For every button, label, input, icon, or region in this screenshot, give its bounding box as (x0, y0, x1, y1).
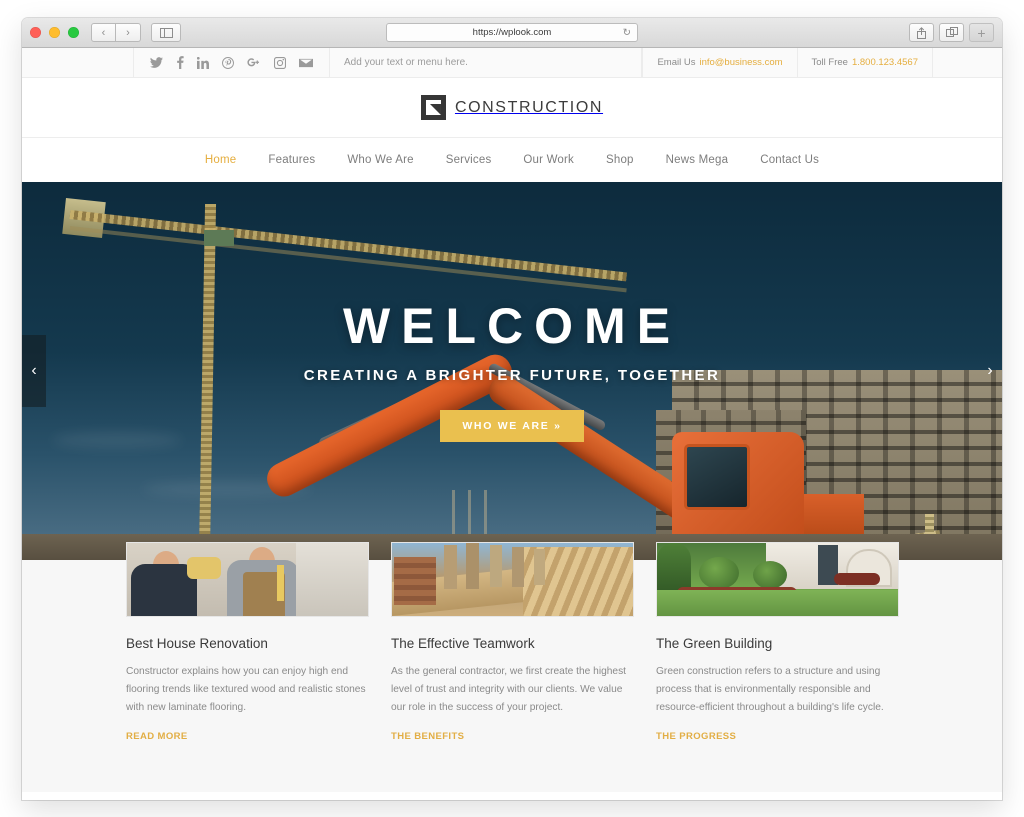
nav-item-features[interactable]: Features (268, 154, 315, 166)
site-header: CONSTRUCTION (22, 78, 1002, 138)
site-logo[interactable]: CONSTRUCTION (420, 95, 604, 120)
nav-item-services[interactable]: Services (446, 154, 492, 166)
tabs-icon[interactable] (939, 23, 964, 42)
hero-slider: WELCOME CREATING A BRIGHTER FUTURE, TOGE… (22, 182, 1002, 560)
social-links (134, 48, 330, 77)
toolbar-right-buttons: + (909, 23, 994, 42)
googleplus-glyph (247, 58, 260, 67)
feature-card: Best House Renovation Constructor explai… (126, 542, 369, 744)
maximize-window-button[interactable] (68, 27, 79, 38)
card-link-the-progress[interactable]: THE PROGRESS (656, 731, 736, 742)
reload-icon[interactable]: ↻ (623, 27, 631, 38)
phone-label: Toll Free (811, 57, 848, 68)
email-label: Email Us (657, 57, 696, 68)
pinterest-glyph (222, 56, 234, 69)
topbar-menu-placeholder[interactable]: Add your text or menu here. (330, 48, 643, 77)
facebook-icon[interactable] (176, 56, 184, 69)
googleplus-icon[interactable] (247, 57, 261, 68)
url-text: https://wplook.com (472, 27, 552, 38)
twitter-glyph (150, 57, 163, 68)
phone-number[interactable]: 1.800.123.4567 (852, 57, 918, 68)
card-description: As the general contractor, we first crea… (391, 666, 627, 714)
window-controls (30, 27, 79, 38)
nav-item-news-mega[interactable]: News Mega (666, 154, 729, 166)
instagram-glyph (274, 56, 286, 69)
red-shrub (834, 573, 880, 585)
share-glyph (917, 26, 926, 39)
email-glyph (299, 58, 313, 67)
main-navigation: Home Features Who We Are Services Our Wo… (22, 138, 1002, 182)
facebook-glyph (177, 56, 184, 69)
card-title: Best House Renovation (126, 636, 268, 651)
forward-button[interactable]: › (116, 23, 141, 42)
linkedin-icon[interactable] (197, 56, 209, 69)
who-we-are-button[interactable]: WHO WE ARE » (440, 409, 584, 442)
navigation-buttons: ‹ › (91, 23, 141, 42)
slider-prev-button[interactable]: ‹ (22, 335, 46, 407)
close-window-button[interactable] (30, 27, 41, 38)
twitter-icon[interactable] (150, 57, 163, 68)
slider-next-button[interactable]: › (978, 335, 1002, 407)
minimize-window-button[interactable] (49, 27, 60, 38)
sidebar-icon[interactable] (151, 23, 181, 42)
feature-cards: Best House Renovation Constructor explai… (22, 542, 1002, 744)
work-gloves (187, 557, 221, 579)
new-tab-button[interactable]: + (969, 23, 994, 42)
card-link-the-benefits[interactable]: THE BENEFITS (391, 731, 464, 742)
back-button[interactable]: ‹ (91, 23, 116, 42)
nav-item-home[interactable]: Home (205, 154, 236, 166)
hero-title: WELCOME (342, 297, 682, 354)
feature-cards-section: Best House Renovation Constructor explai… (22, 542, 1002, 792)
card-title: The Green Building (656, 636, 773, 651)
nav-item-who-we-are[interactable]: Who We Are (347, 154, 413, 166)
sidebar-glyph (159, 27, 173, 38)
hammer-handle (277, 565, 284, 601)
feature-card: The Effective Teamwork As the general co… (391, 542, 634, 744)
tabs-glyph (945, 27, 958, 37)
card-title: The Effective Teamwork (391, 636, 535, 651)
hero-content: WELCOME CREATING A BRIGHTER FUTURE, TOGE… (22, 182, 1002, 560)
phone-contact[interactable]: Toll Free 1.800.123.4567 (796, 48, 932, 77)
address-bar[interactable]: https://wplook.com ↻ (386, 23, 638, 42)
nav-item-contact-us[interactable]: Contact Us (760, 154, 819, 166)
browser-window: ‹ › https://wplook.com ↻ + Add your text… (22, 18, 1002, 800)
plywood-panel (394, 557, 436, 605)
round-shrub (753, 561, 787, 589)
card-link-read-more[interactable]: READ MORE (126, 731, 188, 742)
topbar-right-spacer (932, 48, 1002, 77)
email-address[interactable]: info@business.com (699, 57, 782, 68)
construction-logo-icon (420, 95, 446, 120)
feature-card: The Green Building Green construction re… (656, 542, 899, 744)
browser-toolbar: ‹ › https://wplook.com ↻ + (22, 18, 1002, 48)
email-icon[interactable] (299, 58, 313, 68)
logo-text: CONSTRUCTION (454, 98, 604, 116)
nav-item-shop[interactable]: Shop (606, 154, 634, 166)
lawn-grass (657, 590, 898, 616)
topbar-contact-group: Email Us info@business.com Toll Free 1.8… (642, 48, 1002, 77)
round-shrub (699, 557, 739, 589)
pinterest-icon[interactable] (222, 56, 234, 69)
topbar-left-spacer (22, 48, 134, 77)
linkedin-glyph (197, 56, 209, 69)
site-topbar: Add your text or menu here. Email Us inf… (22, 48, 1002, 78)
instagram-icon[interactable] (274, 56, 286, 69)
share-icon[interactable] (909, 23, 934, 42)
hero-subtitle: CREATING A BRIGHTER FUTURE, TOGETHER (303, 366, 721, 384)
nav-item-our-work[interactable]: Our Work (523, 154, 574, 166)
card-description: Green construction refers to a structure… (656, 666, 884, 714)
card-description: Constructor explains how you can enjoy h… (126, 666, 366, 714)
email-contact[interactable]: Email Us info@business.com (642, 48, 796, 77)
